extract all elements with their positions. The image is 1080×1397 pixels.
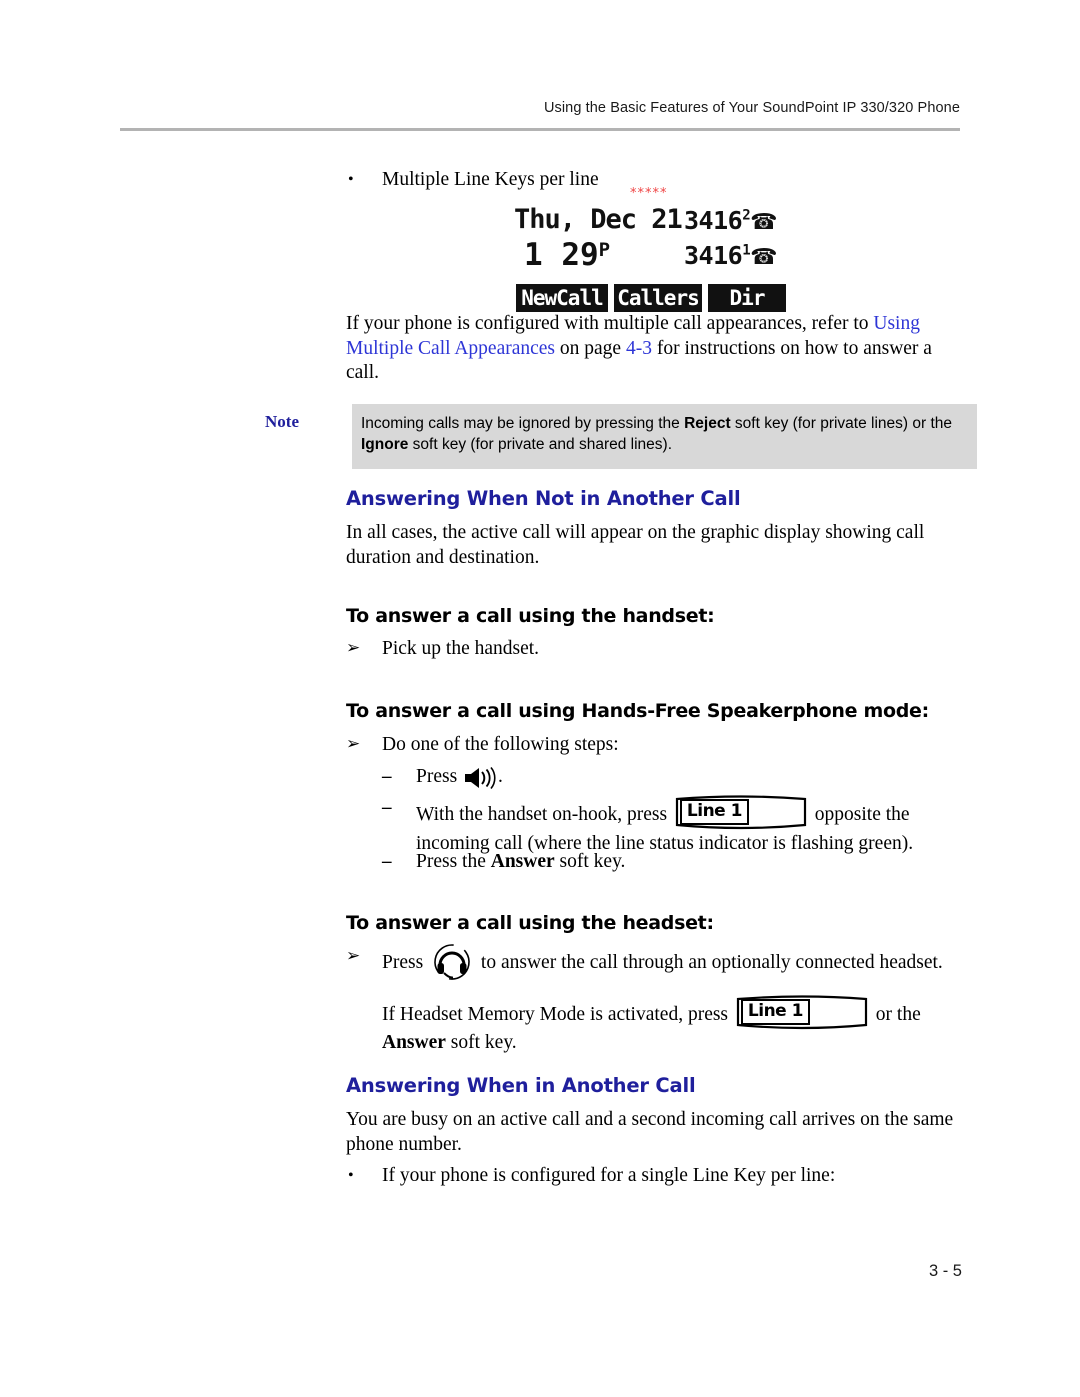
lcd-line-entry-2: 34162☎ — [684, 206, 778, 235]
section-heading-answering-not-in-another-call: Answering When Not in Another Call — [346, 487, 954, 510]
para-lead-text: If your phone is configured with multipl… — [346, 313, 874, 334]
header-divider-rule — [120, 128, 960, 131]
cross-reference-link-page[interactable]: 4-3 — [626, 338, 652, 359]
lcd-line-2-number: 3416 — [684, 206, 743, 235]
note-text-part1: Incoming calls may be ignored by pressin… — [361, 415, 685, 432]
lcd-softkey-bar: NewCall Callers Dir — [512, 284, 788, 312]
softkey-callers[interactable]: Callers — [612, 284, 704, 312]
substep-text-post: soft key. — [554, 851, 626, 872]
subheading-title: To answer a call using Hands-Free Speake… — [346, 700, 929, 722]
memory-mode-text-post: soft key. — [445, 1032, 517, 1053]
subheading-answer-using-speakerphone: To answer a call using Hands-Free Speake… — [346, 700, 954, 722]
section-title: Answering When Not in Another Call — [346, 487, 741, 510]
arrow-bullet-icon: ➢ — [346, 734, 361, 754]
section-heading-answering-in-another-call: Answering When in Another Call — [346, 1074, 954, 1097]
subheading-answer-using-headset: To answer a call using the headset: — [346, 912, 954, 934]
bullet-marker-icon: • — [348, 1167, 354, 1184]
bullet-label-single-line-key: If your phone is configured for a single… — [382, 1165, 836, 1186]
answer-softkey-bold: Answer — [490, 851, 555, 872]
page-number: 3 - 5 — [928, 1262, 962, 1280]
line-key-label: Line 1 — [740, 999, 810, 1025]
lcd-screen: Thu, Dec 21 1 29P 34162☎ 34161☎ NewCall … — [512, 204, 788, 312]
line-key-label: Line 1 — [679, 799, 749, 825]
lcd-time-value: 1 29 — [524, 237, 599, 273]
lcd-line-1-number: 3416 — [684, 241, 743, 270]
note-body: Incoming calls may be ignored by pressin… — [352, 404, 977, 469]
paragraph-text: You are busy on an active call and a sec… — [346, 1109, 954, 1155]
note-bold-reject: Reject — [684, 415, 731, 432]
substep-press-answer-softkey: – Press the Answer soft key. — [382, 849, 954, 874]
softkey-newcall[interactable]: NewCall — [514, 284, 610, 312]
bullet-single-line-key: • If your phone is configured for a sing… — [346, 1164, 954, 1189]
section-title: Answering When in Another Call — [346, 1074, 696, 1097]
lcd-line-2-index: 2 — [742, 207, 751, 224]
substep-text-post: . — [498, 766, 503, 787]
step-do-one-of-the-following: ➢ Do one of the following steps: — [346, 733, 954, 758]
speakerphone-icon[interactable] — [463, 766, 497, 790]
lcd-line-entry-1: 34161☎ — [684, 241, 778, 270]
para-mid-text: on page — [555, 337, 626, 359]
paragraph-all-cases: In all cases, the active call will appea… — [346, 521, 954, 570]
asterisk-marker: ***** — [630, 186, 668, 201]
paragraph-multiple-call-appearances: If your phone is configured with multipl… — [346, 312, 954, 386]
memory-mode-text-mid: or the — [870, 1004, 921, 1025]
lcd-line-1-index: 1 — [742, 242, 751, 259]
subheading-answer-using-handset: To answer a call using the handset: — [346, 605, 954, 627]
arrow-bullet-icon: ➢ — [346, 946, 361, 966]
substep-on-hook-press-line-key: – With the handset on-hook, press Line 1… — [382, 795, 954, 856]
step-press-headset-key: ➢ Press to answer the call through an op… — [346, 940, 954, 984]
phone-handset-icon: ☎ — [750, 210, 778, 235]
note-text-part2: soft key (for private lines) or the — [730, 415, 953, 432]
dash-bullet-icon: – — [382, 797, 392, 818]
paragraph-headset-memory-mode: If Headset Memory Mode is activated, pre… — [382, 995, 954, 1056]
subheading-title: To answer a call using the handset: — [346, 605, 715, 627]
memory-mode-text-pre: If Headset Memory Mode is activated, pre… — [382, 1004, 733, 1025]
lcd-time-meridiem: P — [598, 239, 611, 261]
lcd-date-text: Thu, Dec 21 — [514, 204, 683, 235]
note-text-part3: soft key (for private and shared lines). — [408, 436, 672, 453]
step-pick-up-handset: ➢ Pick up the handset. — [346, 637, 954, 662]
substep-text-pre: Press the — [416, 851, 491, 872]
answer-softkey-bold: Answer — [382, 1032, 446, 1053]
note-label: Note — [265, 412, 299, 431]
step-text: Do one of the following steps: — [382, 734, 619, 755]
running-header-title: Using the Basic Features of Your SoundPo… — [543, 100, 960, 116]
step-text-post: to answer the call through an optionally… — [476, 952, 943, 973]
paragraph-text: In all cases, the active call will appea… — [346, 522, 925, 568]
bullet-label-multiple-line-keys: Multiple Line Keys per line — [382, 169, 599, 190]
bullet-marker-icon: • — [348, 171, 354, 188]
phone-handset-icon: ☎ — [750, 245, 778, 270]
lcd-time-text: 1 29P — [524, 237, 610, 273]
line-key-button[interactable]: Line 1 — [674, 795, 808, 831]
softkey-dir[interactable]: Dir — [706, 284, 788, 312]
paragraph-busy-on-active-call: You are busy on an active call and a sec… — [346, 1108, 954, 1157]
headset-icon[interactable] — [430, 940, 474, 984]
dash-bullet-icon: – — [382, 766, 392, 787]
substep-text-pre: Press — [416, 766, 463, 787]
dash-bullet-icon: – — [382, 851, 392, 872]
subheading-title: To answer a call using the headset: — [346, 912, 714, 934]
line-key-button[interactable]: Line 1 — [735, 995, 869, 1031]
step-text: Pick up the handset. — [382, 638, 540, 659]
arrow-bullet-icon: ➢ — [346, 638, 361, 658]
substep-press-speaker: – Press . — [382, 764, 954, 790]
step-text-pre: Press — [382, 952, 429, 973]
note-bold-ignore: Ignore — [361, 436, 409, 453]
substep-text-pre: With the handset on-hook, press — [416, 804, 672, 825]
